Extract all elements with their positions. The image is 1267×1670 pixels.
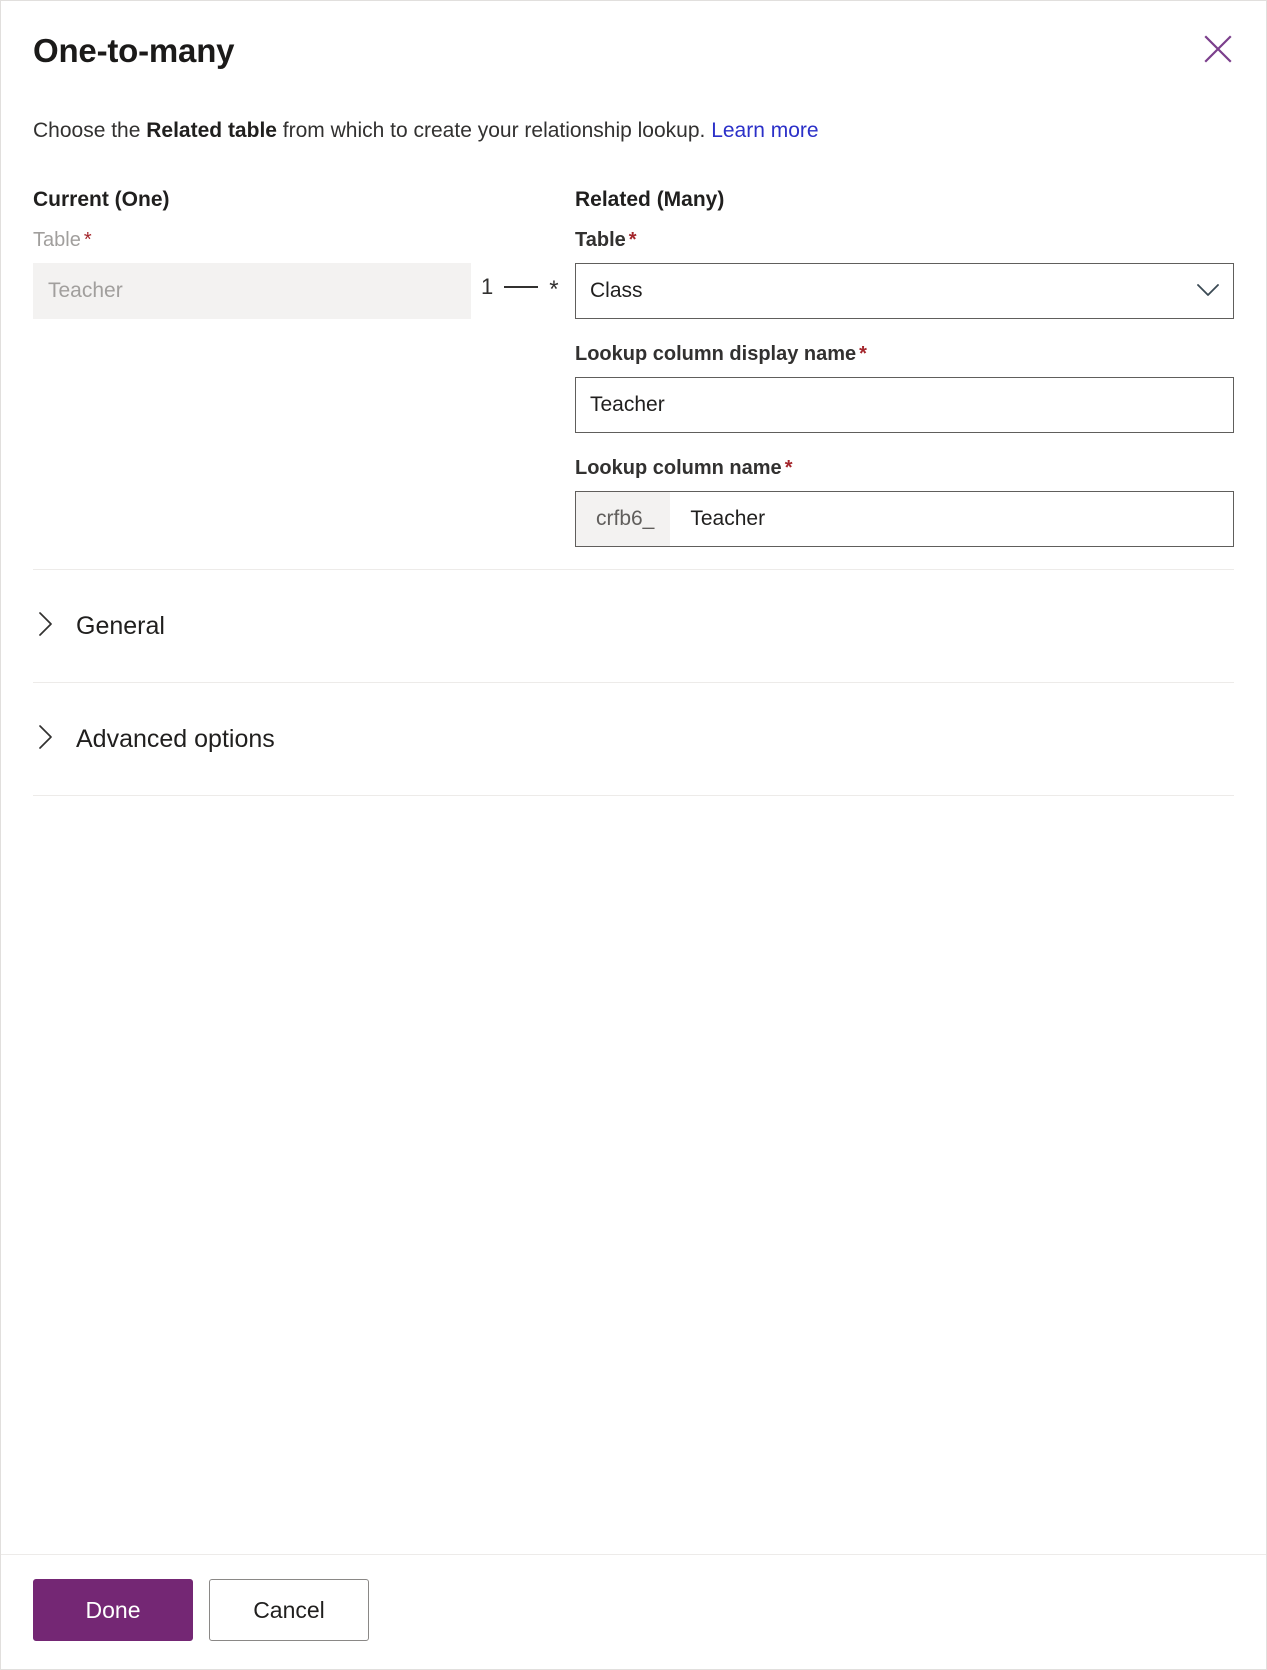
required-asterisk: *: [83, 229, 92, 252]
lookup-display-name-input[interactable]: Teacher: [575, 377, 1234, 434]
divider: [33, 795, 1234, 797]
subtitle-strong: Related table: [146, 118, 277, 142]
related-table-value: Class: [590, 279, 643, 303]
lookup-display-name-value: Teacher: [590, 393, 665, 417]
connector-line-icon: [504, 285, 539, 288]
required-asterisk: *: [859, 343, 867, 366]
dialog-subtitle: Choose the Related table from which to c…: [33, 117, 1234, 145]
current-one-column: Current (One) Table * Teacher: [33, 187, 471, 341]
required-asterisk: *: [628, 229, 637, 252]
lookup-display-name-label: Lookup column display name *: [575, 341, 1234, 367]
subtitle-after: from which to create your relationship l…: [276, 118, 712, 142]
current-table-input: Teacher: [33, 263, 471, 320]
cardinality-indicator: 1 *: [481, 273, 559, 303]
section-general-label: General: [76, 611, 165, 640]
required-asterisk: *: [784, 457, 793, 480]
related-many-heading: Related (Many): [575, 187, 725, 211]
close-button[interactable]: [1194, 25, 1242, 73]
subtitle-before: Choose the: [33, 118, 147, 142]
section-advanced-options[interactable]: Advanced options: [33, 683, 1234, 795]
related-table-label: Table *: [575, 227, 1234, 253]
cardinality-one: 1: [481, 273, 494, 299]
dialog-footer: Done Cancel: [1, 1554, 1266, 1669]
publisher-prefix: crfb6_: [576, 492, 671, 547]
section-general[interactable]: General: [33, 570, 1234, 682]
chevron-right-icon: [38, 724, 54, 755]
section-advanced-options-label: Advanced options: [76, 724, 275, 753]
chevron-down-icon[interactable]: [1191, 284, 1225, 298]
related-table-label-text: Table: [575, 229, 626, 252]
done-button[interactable]: Done: [33, 1579, 193, 1641]
one-to-many-dialog: One-to-many Choose the Related table fro…: [0, 0, 1267, 1670]
related-table-field: Table * Class: [575, 227, 1234, 320]
lookup-column-name-label: Lookup column name *: [575, 455, 1234, 481]
lookup-display-name-field: Lookup column display name * Teacher: [575, 341, 1234, 434]
lookup-display-name-label-text: Lookup column display name: [575, 343, 857, 366]
lookup-column-name-input[interactable]: crfb6_ Teacher: [575, 491, 1234, 548]
current-table-label: Table *: [33, 227, 471, 253]
cancel-button[interactable]: Cancel: [209, 1579, 369, 1641]
cardinality-many: *: [549, 275, 559, 303]
related-many-column: Related (Many) Table * Class Lookup colum…: [575, 187, 1234, 569]
current-table-value: Teacher: [48, 279, 123, 303]
lookup-column-name-value: Teacher: [690, 507, 766, 531]
lookup-column-name-field: Lookup column name * crfb6_ Teacher: [575, 455, 1234, 548]
close-icon: [1203, 34, 1233, 64]
page-title: One-to-many: [33, 32, 235, 69]
current-table-field: Table * Teacher: [33, 227, 471, 320]
dialog-body: Current (One) Table * Teacher 1 * Related…: [1, 145, 1266, 1554]
relationship-columns: Current (One) Table * Teacher 1 * Related…: [33, 187, 1234, 569]
dialog-header: One-to-many Choose the Related table fro…: [1, 1, 1266, 145]
learn-more-link[interactable]: Learn more: [711, 119, 818, 142]
related-table-dropdown[interactable]: Class: [575, 263, 1234, 320]
current-table-label-text: Table: [33, 229, 81, 252]
lookup-column-name-label-text: Lookup column name: [575, 457, 782, 480]
current-one-heading: Current (One): [33, 187, 170, 211]
chevron-right-icon: [38, 611, 54, 642]
